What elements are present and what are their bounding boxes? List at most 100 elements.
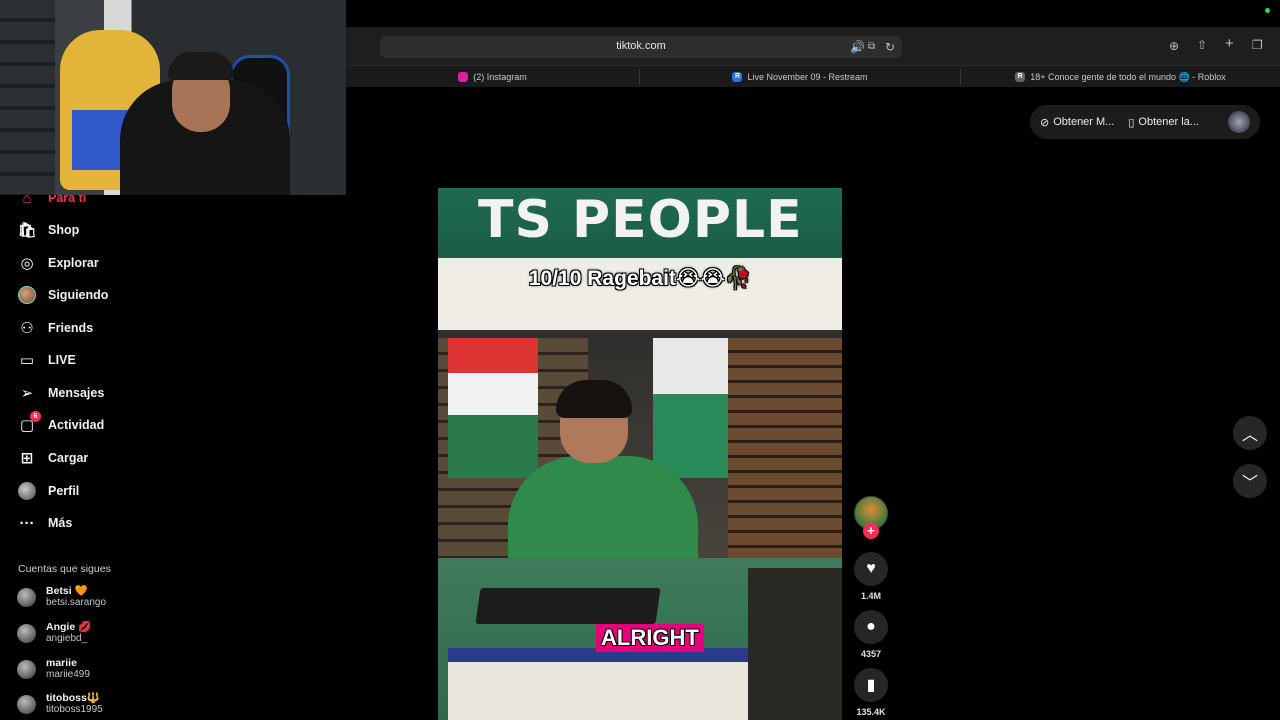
status-indicator — [1265, 8, 1270, 13]
tab-overview-icon[interactable]: ❐ — [1252, 38, 1263, 52]
sidebar-item-perfil[interactable]: Perfil — [18, 480, 79, 502]
save-count: 135.4K — [856, 707, 886, 717]
account-handle: betsi.sarango — [46, 597, 107, 608]
url-text: tiktok.com — [616, 40, 666, 52]
tab-roblox[interactable]: R 18+ Conoce gente de todo el mundo 🌐 - … — [961, 66, 1280, 88]
friends-icon: ⚇ — [20, 320, 34, 337]
new-tab-icon[interactable]: + — [1225, 36, 1234, 51]
tab-label: 18+ Conoce gente de todo el mundo 🌐 - Ro… — [1030, 71, 1226, 82]
tab-label: Live November 09 - Restream — [747, 72, 868, 82]
comment-count: 4357 — [860, 649, 882, 659]
video-player[interactable]: TS PEOPLE 10/10 Ragebait😭😭🥀 ALRIGHT — [438, 188, 842, 720]
like-count: 1.4M — [860, 591, 881, 601]
webcam-shelf — [0, 0, 55, 195]
messages-icon: ➢ — [20, 385, 34, 402]
sidebar-item-cargar[interactable]: ⊞ Cargar — [18, 447, 89, 469]
activity-badge: 6 — [30, 411, 41, 422]
address-bar[interactable]: tiktok.com 🔊 ⧉ ↻ — [380, 36, 902, 58]
comment-icon[interactable]: ● — [854, 610, 888, 644]
browser-toolbar: ☰ tiktok.com 🔊 ⧉ ↻ ⊕ ⇧ + ❐ — [346, 27, 1280, 65]
sidebar-item-siguiendo[interactable]: Siguiendo — [18, 284, 108, 306]
heart-icon[interactable]: ♥ — [854, 552, 888, 586]
video-keyboard — [475, 588, 661, 624]
user-avatar[interactable] — [1228, 111, 1250, 133]
save-action: ▮ 135.4K — [854, 668, 888, 717]
profile-icon — [18, 482, 36, 500]
sidebar-item-explorar[interactable]: ◎ Explorar — [18, 252, 99, 274]
chevron-down-icon: ﹀ — [1241, 475, 1258, 492]
get-desktop-label: Obtener M... — [1053, 116, 1115, 128]
download-icon[interactable]: ⊕ — [1169, 39, 1179, 53]
tab-instagram[interactable]: (2) Instagram — [346, 66, 639, 88]
account-handle: mariie499 — [46, 669, 90, 680]
live-icon: ▭ — [19, 352, 35, 369]
screen-top-strip — [346, 0, 1280, 27]
sidebar-item-label: Más — [48, 516, 73, 530]
get-desktop-app-button[interactable]: ⊘ Obtener M... — [1040, 116, 1114, 129]
share-icon[interactable]: ⇧ — [1197, 38, 1207, 52]
sidebar-item-label: Explorar — [48, 256, 99, 270]
sidebar-item-label: Actividad — [48, 418, 105, 432]
sidebar-item-friends[interactable]: ⚇ Friends — [18, 317, 93, 339]
account-avatar — [17, 659, 36, 679]
video-person-hair — [556, 380, 632, 418]
sidebar-item-label: Perfil — [48, 484, 80, 498]
followed-account[interactable]: titoboss🔱 titoboss1995 — [17, 692, 103, 716]
sidebar-item-mensajes[interactable]: ➢ Mensajes — [18, 382, 105, 404]
account-avatar — [17, 623, 36, 643]
store-sign-text: TS PEOPLE — [478, 190, 803, 250]
phone-icon: ▯ — [1128, 116, 1135, 129]
reload-icon[interactable]: ↻ — [885, 40, 895, 54]
follow-button[interactable]: + — [863, 523, 879, 539]
following-section-title: Cuentas que sigues — [18, 563, 111, 575]
activity-icon: ▢ 6 — [18, 411, 41, 434]
sidebar-item-label: LIVE — [48, 353, 76, 367]
roblox-icon: R — [1015, 72, 1026, 82]
get-app-pill: ⊘ Obtener M... ▯ Obtener la... — [1030, 105, 1260, 139]
previous-video-button[interactable]: ︿ — [1233, 416, 1267, 450]
sidebar: ⌂ Para ti 🛍 Shop ◎ Explorar Siguiendo ⚇ … — [0, 190, 346, 720]
tab-label: (2) Instagram — [473, 72, 527, 82]
store-banner — [448, 338, 538, 478]
webcam-streamer-cap — [168, 52, 234, 80]
account-name: mariie — [46, 657, 77, 669]
audio-playing-icon[interactable]: 🔊 — [850, 40, 865, 54]
sidebar-item-label: Friends — [48, 321, 94, 335]
account-avatar — [17, 694, 36, 714]
get-mobile-app-button[interactable]: ▯ Obtener la... — [1128, 116, 1199, 129]
account-handle: titoboss1995 — [46, 704, 103, 715]
webcam-overlay — [0, 0, 346, 195]
sidebar-item-label: Cargar — [48, 451, 89, 465]
account-avatar — [17, 587, 36, 607]
more-icon: ··· — [19, 514, 35, 532]
shop-icon: 🛍 — [17, 222, 37, 239]
sidebar-item-live[interactable]: ▭ LIVE — [18, 349, 76, 371]
sidebar-item-label: Siguiendo — [48, 288, 109, 302]
sidebar-item-mas[interactable]: ··· Más — [18, 512, 73, 534]
account-name: titoboss🔱 — [46, 692, 100, 704]
sidebar-item-shop[interactable]: 🛍 Shop — [17, 219, 80, 241]
get-mobile-label: Obtener la... — [1138, 116, 1199, 128]
account-name: Betsi 🧡 — [46, 585, 88, 597]
followed-account[interactable]: Betsi 🧡 betsi.sarango — [17, 585, 106, 609]
store-floor — [748, 568, 842, 720]
tab-restream[interactable]: R Live November 09 - Restream — [640, 66, 960, 88]
chevron-up-icon: ︿ — [1241, 427, 1258, 444]
followed-account[interactable]: Angie 💋 angiebd_ — [17, 621, 91, 645]
upload-icon: ⊞ — [20, 450, 34, 467]
store-banner — [653, 338, 728, 478]
compass-icon: ⊘ — [1040, 116, 1050, 129]
translate-icon[interactable]: ⧉ — [868, 40, 875, 54]
sidebar-item-label: Shop — [48, 223, 80, 237]
counter-mat — [448, 648, 748, 720]
compass-icon: ◎ — [20, 255, 34, 272]
next-video-button[interactable]: ﹀ — [1233, 464, 1267, 498]
bookmark-icon[interactable]: ▮ — [854, 668, 888, 702]
instagram-icon — [458, 72, 469, 82]
followed-account[interactable]: mariie mariie499 — [17, 657, 90, 681]
account-name: Angie 💋 — [46, 621, 92, 633]
restream-icon: R — [732, 72, 743, 82]
video-caption-top: 10/10 Ragebait😭😭🥀 — [528, 267, 752, 290]
store-shelf-right — [728, 338, 842, 568]
sidebar-item-actividad[interactable]: ▢ 6 Actividad — [18, 411, 105, 436]
